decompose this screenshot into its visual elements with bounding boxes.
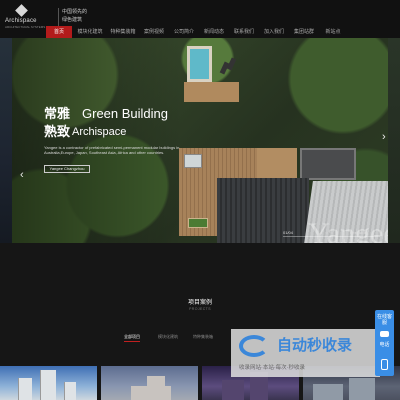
page: Archispace ARCHITECTURAL SYSTEMS 中国领先的 绿… <box>0 0 400 400</box>
slide-counter: 01/04 <box>283 230 294 235</box>
banner-text-shade <box>12 38 182 243</box>
banner-planter <box>188 218 208 228</box>
case-tab-containers[interactable]: 特种集装箱 <box>193 334 213 340</box>
phone-icon[interactable] <box>381 359 388 370</box>
header-slogan: 中国领先的 绿色建筑 <box>62 8 87 24</box>
floating-service-bar[interactable]: 在线客服 电话 <box>375 310 394 376</box>
nav-item-group[interactable]: 集团站群 <box>290 26 318 38</box>
banner-title-cn: 常雅 <box>44 106 71 121</box>
promo-logo-icon <box>239 335 273 357</box>
online-service-label[interactable]: 在线客服 <box>375 314 394 326</box>
logo-mark-icon <box>15 4 28 17</box>
banner-cta-button[interactable]: Yangee Changzhou <box>44 165 90 173</box>
thumb-building <box>313 384 343 400</box>
nav-item-containers[interactable]: 特种集装箱 <box>108 26 138 38</box>
thumb-building <box>147 376 165 400</box>
slogan-line-1: 中国领先的 <box>62 9 88 15</box>
slogan-line-2: 绿色建筑 <box>62 17 83 23</box>
promo-arc-shape <box>239 335 269 357</box>
banner-description: Yangee is a contractor of prefabricated … <box>44 145 180 155</box>
site-header: Archispace ARCHITECTURAL SYSTEMS 中国领先的 绿… <box>0 0 400 38</box>
nav-item-about[interactable]: 公司简介 <box>170 26 198 38</box>
slide-dots[interactable]: ● ○ ○ ○ <box>320 230 340 235</box>
nav-item-home[interactable]: 首页 <box>46 26 72 38</box>
nav-item-videos[interactable]: 案例视频 <box>140 26 168 38</box>
case-tab-all[interactable]: 全部项目 <box>124 334 140 340</box>
case-thumbnail[interactable] <box>101 366 198 400</box>
nav-item-join[interactable]: 加入我们 <box>260 26 288 38</box>
promo-text: 自动秒收录 <box>277 337 353 354</box>
promo-subtext: 收录网站·本站·每次·秒收录 <box>239 365 305 371</box>
nav-item-modular[interactable]: 模块化建筑 <box>75 26 105 38</box>
banner-skylight <box>184 154 202 168</box>
thumb-building <box>64 382 76 400</box>
thumb-building <box>40 370 56 400</box>
case-tab-modular[interactable]: 模块化建筑 <box>158 334 178 340</box>
prev-slide-peek <box>0 38 12 243</box>
nav-item-new-site[interactable]: 新站点 <box>320 26 346 38</box>
banner-dark-roof <box>217 178 309 243</box>
banner-title-en: Green Building <box>82 106 168 121</box>
slide-progress-line <box>283 236 380 237</box>
prev-slide-arrow-icon[interactable]: ‹ <box>20 169 24 181</box>
nav-item-news[interactable]: 新闻动态 <box>200 26 228 38</box>
case-thumbnail[interactable] <box>0 366 97 400</box>
case-tab-indicator <box>124 341 140 342</box>
banner-subtitle-en: Archispace <box>72 126 127 138</box>
thumb-building <box>349 378 375 400</box>
next-slide-arrow-icon[interactable]: › <box>382 131 386 143</box>
banner-upper-deck <box>184 82 239 102</box>
banner-pool <box>187 46 212 82</box>
next-slide-peek <box>388 38 400 243</box>
phone-label[interactable]: 电话 <box>375 342 394 348</box>
banner-side-deck <box>257 148 297 178</box>
thumb-building <box>222 380 244 400</box>
promo-watermark-overlay: 自动秒收录 收录网站·本站·每次·秒收录 <box>231 329 380 377</box>
thumb-building <box>18 378 32 400</box>
cases-section-title: 项目案例 <box>187 300 212 306</box>
cases-section-subtitle: PROJECTS <box>189 307 211 311</box>
nav-item-contact[interactable]: 联系我们 <box>230 26 258 38</box>
banner-subtitle-cn: 熟致 <box>44 124 71 139</box>
hero-banner: 常雅 Green Building 熟致 Archispace Yangee i… <box>12 38 388 243</box>
logo-brand-text: Archispace <box>5 18 37 24</box>
main-nav: 首页 模块化建筑 特种集装箱 案例视频 公司简介 新闻动态 联系我们 加入我们 … <box>0 26 400 38</box>
chat-icon[interactable] <box>380 331 389 337</box>
banner-roof-box <box>300 148 356 180</box>
next-slide-link[interactable]: next slide <box>350 230 367 235</box>
